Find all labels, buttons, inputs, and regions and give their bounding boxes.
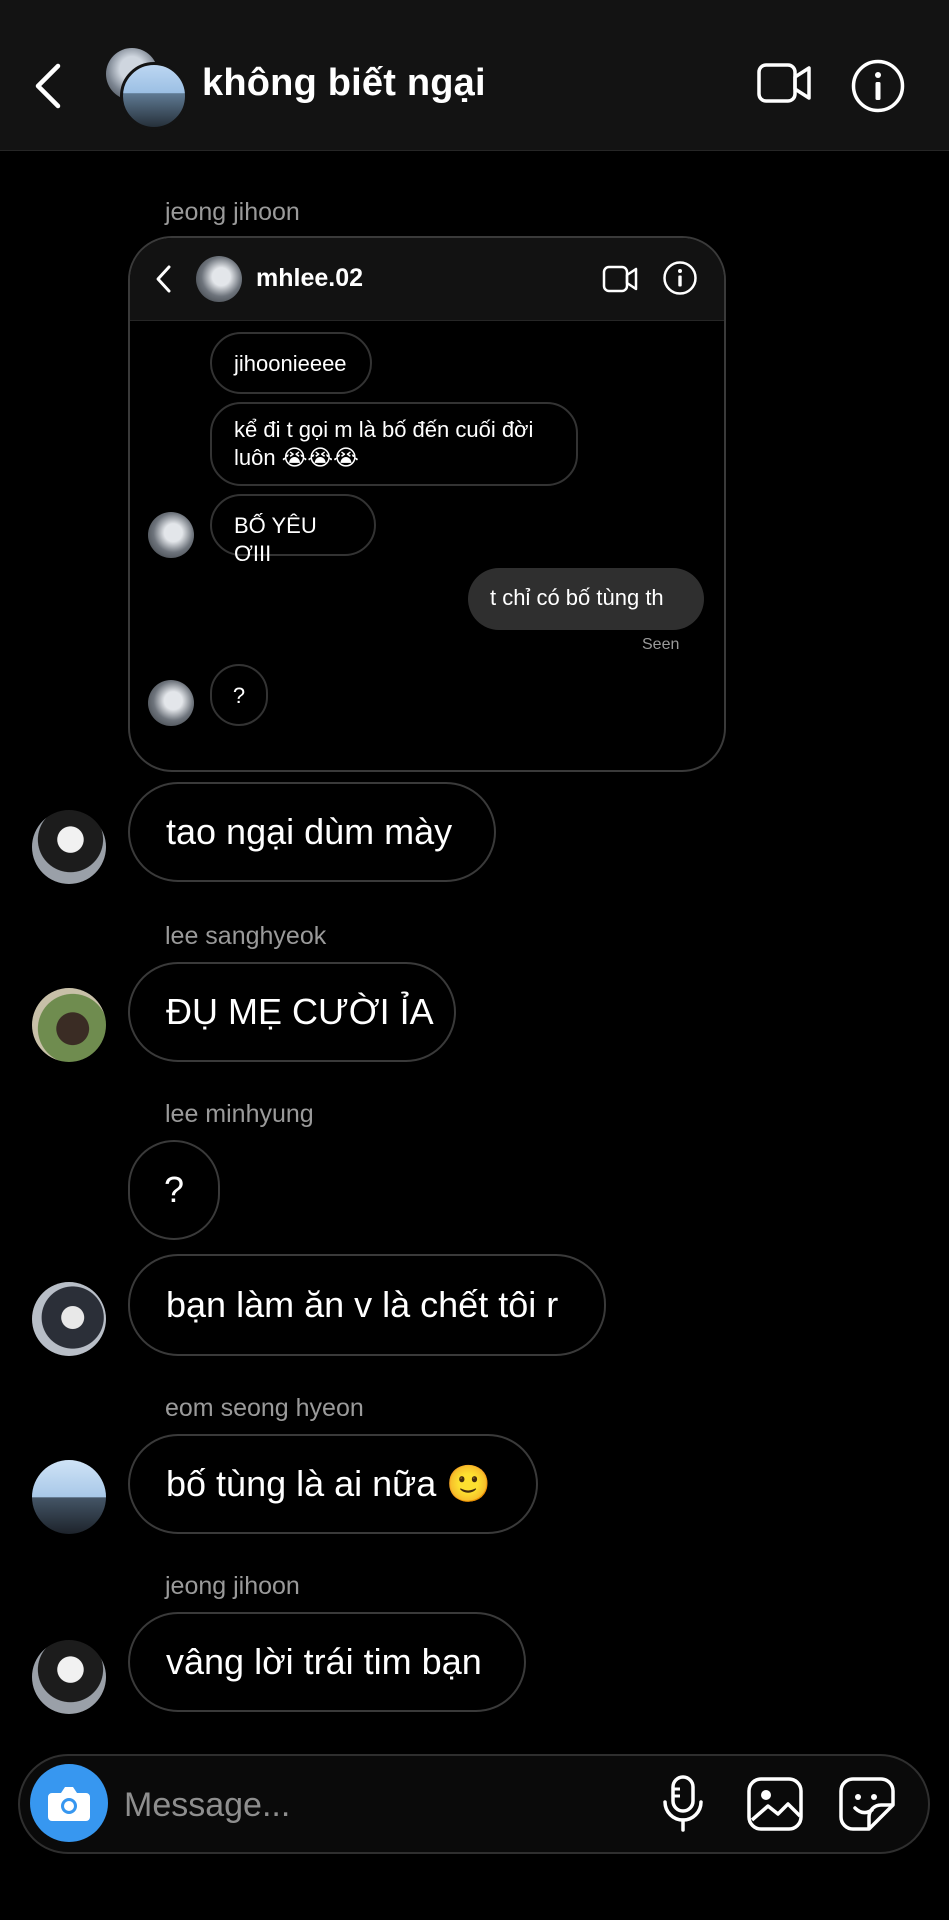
message-bubble[interactable]: bạn làm ăn v là chết tôi r: [128, 1254, 606, 1356]
video-call-icon: [602, 265, 638, 293]
message-input[interactable]: [122, 1776, 626, 1834]
gallery-icon[interactable]: [746, 1776, 804, 1832]
group-avatar[interactable]: [104, 48, 188, 130]
info-icon[interactable]: [850, 58, 906, 114]
avatar[interactable]: [32, 1460, 106, 1534]
card-message: BỐ YÊU ƠIII: [210, 494, 376, 566]
camera-icon: [48, 1787, 90, 1821]
card-username: mhlee.02: [256, 264, 364, 292]
card-message: kể đi t gọi m là bố đến cuối đời luôn 😭😭…: [210, 402, 578, 486]
avatar: [196, 256, 242, 302]
avatar[interactable]: [32, 1282, 106, 1356]
avatar[interactable]: [32, 810, 106, 884]
message-bubble[interactable]: ?: [128, 1140, 220, 1240]
sender-name: eom seong hyeon: [165, 1394, 364, 1422]
card-message: jihoonieeee: [210, 332, 372, 394]
avatar: [148, 680, 194, 726]
sender-name: lee minhyung: [165, 1100, 314, 1128]
message-bubble[interactable]: bố tùng là ai nữa 🙂: [128, 1434, 538, 1534]
camera-button[interactable]: [30, 1764, 108, 1842]
avatar[interactable]: [32, 1640, 106, 1714]
card-message-own: t chỉ có bố tùng th: [468, 568, 704, 630]
card-message: ?: [210, 664, 268, 726]
sticker-icon[interactable]: [838, 1776, 896, 1832]
sender-name: jeong jihoon: [165, 198, 300, 226]
group-avatar-front: [120, 62, 188, 130]
video-call-icon[interactable]: [756, 60, 812, 106]
card-header: mhlee.02: [130, 238, 724, 321]
back-arrow-icon[interactable]: [30, 58, 70, 114]
avatar[interactable]: [32, 988, 106, 1062]
sender-name: lee sanghyeok: [165, 922, 327, 950]
seen-indicator: Seen: [642, 636, 680, 653]
message-bubble[interactable]: vâng lời trái tim bạn: [128, 1612, 526, 1712]
message-bubble[interactable]: tao ngại dùm mày: [128, 782, 496, 882]
shared-screenshot-card[interactable]: mhlee.02 jihoonieeee kể đi t gọi m là bố…: [128, 236, 726, 772]
sender-name: jeong jihoon: [165, 1572, 300, 1600]
chat-title[interactable]: không biết ngại: [202, 62, 486, 105]
avatar: [148, 512, 194, 558]
info-icon: [663, 261, 697, 295]
message-bubble[interactable]: ĐỤ MẸ CƯỜI ỈA: [128, 962, 456, 1062]
microphone-icon[interactable]: [658, 1774, 708, 1834]
back-arrow-icon: [156, 265, 171, 293]
